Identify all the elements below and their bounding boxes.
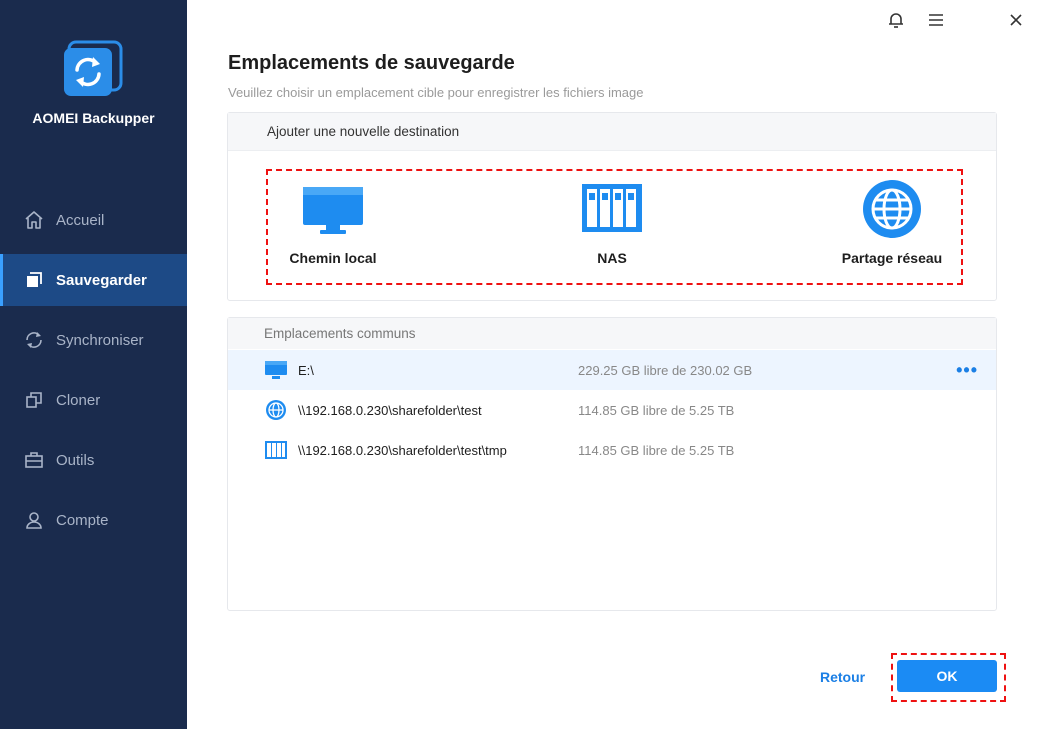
- sidebar-item-label: Compte: [56, 511, 109, 529]
- sidebar-item-label: Synchroniser: [56, 331, 144, 349]
- local-path-label: Chemin local: [289, 250, 377, 266]
- nas-icon: [581, 183, 643, 240]
- back-button[interactable]: Retour: [820, 669, 865, 685]
- monitor-icon: [264, 360, 288, 380]
- location-path: E:\: [298, 362, 314, 378]
- app-name: AOMEI Backupper: [32, 110, 155, 126]
- local-path-option[interactable]: Chemin local: [287, 183, 379, 266]
- sync-icon: [24, 330, 44, 350]
- nas-label: NAS: [597, 250, 627, 266]
- location-row[interactable]: \\192.168.0.230\sharefolder\test 114.85 …: [228, 390, 996, 430]
- sidebar-item-label: Accueil: [56, 211, 105, 229]
- common-locations-header: Emplacements communs: [228, 318, 996, 349]
- location-free-space: 114.85 GB libre de 5.25 TB: [578, 442, 735, 458]
- sidebar-item-sauvegarder[interactable]: Sauvegarder: [0, 254, 187, 306]
- close-icon[interactable]: [1006, 10, 1026, 30]
- network-share-option[interactable]: Partage réseau: [838, 180, 946, 266]
- page-title: Emplacements de sauvegarde: [228, 52, 515, 74]
- sidebar-item-accueil[interactable]: Accueil: [0, 194, 187, 246]
- location-path: \\192.168.0.230\sharefolder\test: [298, 402, 482, 418]
- sidebar-item-label: Cloner: [56, 391, 101, 409]
- app-logo-icon: [63, 38, 123, 98]
- location-path: \\192.168.0.230\sharefolder\test\tmp: [298, 442, 507, 458]
- clone-icon: [24, 390, 44, 410]
- location-free-space: 229.25 GB libre de 230.02 GB: [578, 362, 753, 378]
- monitor-icon: [302, 183, 364, 240]
- sidebar-item-label: Outils: [56, 451, 95, 469]
- location-row[interactable]: \\192.168.0.230\sharefolder\test\tmp 114…: [228, 430, 996, 470]
- location-row[interactable]: E:\ 229.25 GB libre de 230.02 GB •••: [228, 350, 996, 390]
- tools-icon: [24, 450, 44, 470]
- backup-icon: [24, 270, 44, 290]
- bell-icon[interactable]: [886, 10, 906, 30]
- sidebar: AOMEI Backupper Accueil Sauvegarder Sync…: [0, 0, 187, 729]
- network-share-label: Partage réseau: [841, 250, 943, 266]
- user-icon: [24, 510, 44, 530]
- page-subtitle: Veuillez choisir un emplacement cible po…: [228, 85, 644, 100]
- more-options-icon[interactable]: •••: [956, 360, 978, 381]
- home-icon: [24, 210, 44, 230]
- globe-icon: [862, 180, 922, 240]
- ok-button[interactable]: OK: [897, 660, 997, 692]
- sidebar-item-cloner[interactable]: Cloner: [0, 374, 187, 426]
- globe-icon: [264, 400, 288, 420]
- sidebar-item-compte[interactable]: Compte: [0, 494, 187, 546]
- location-free-space: 114.85 GB libre de 5.25 TB: [578, 402, 735, 418]
- menu-icon[interactable]: [926, 10, 946, 30]
- sidebar-item-label: Sauvegarder: [56, 271, 147, 289]
- nas-icon: [264, 440, 288, 460]
- sidebar-item-outils[interactable]: Outils: [0, 434, 187, 486]
- add-destination-header: Ajouter une nouvelle destination: [228, 113, 996, 151]
- nas-option[interactable]: NAS: [572, 183, 652, 266]
- sidebar-item-synchroniser[interactable]: Synchroniser: [0, 314, 187, 366]
